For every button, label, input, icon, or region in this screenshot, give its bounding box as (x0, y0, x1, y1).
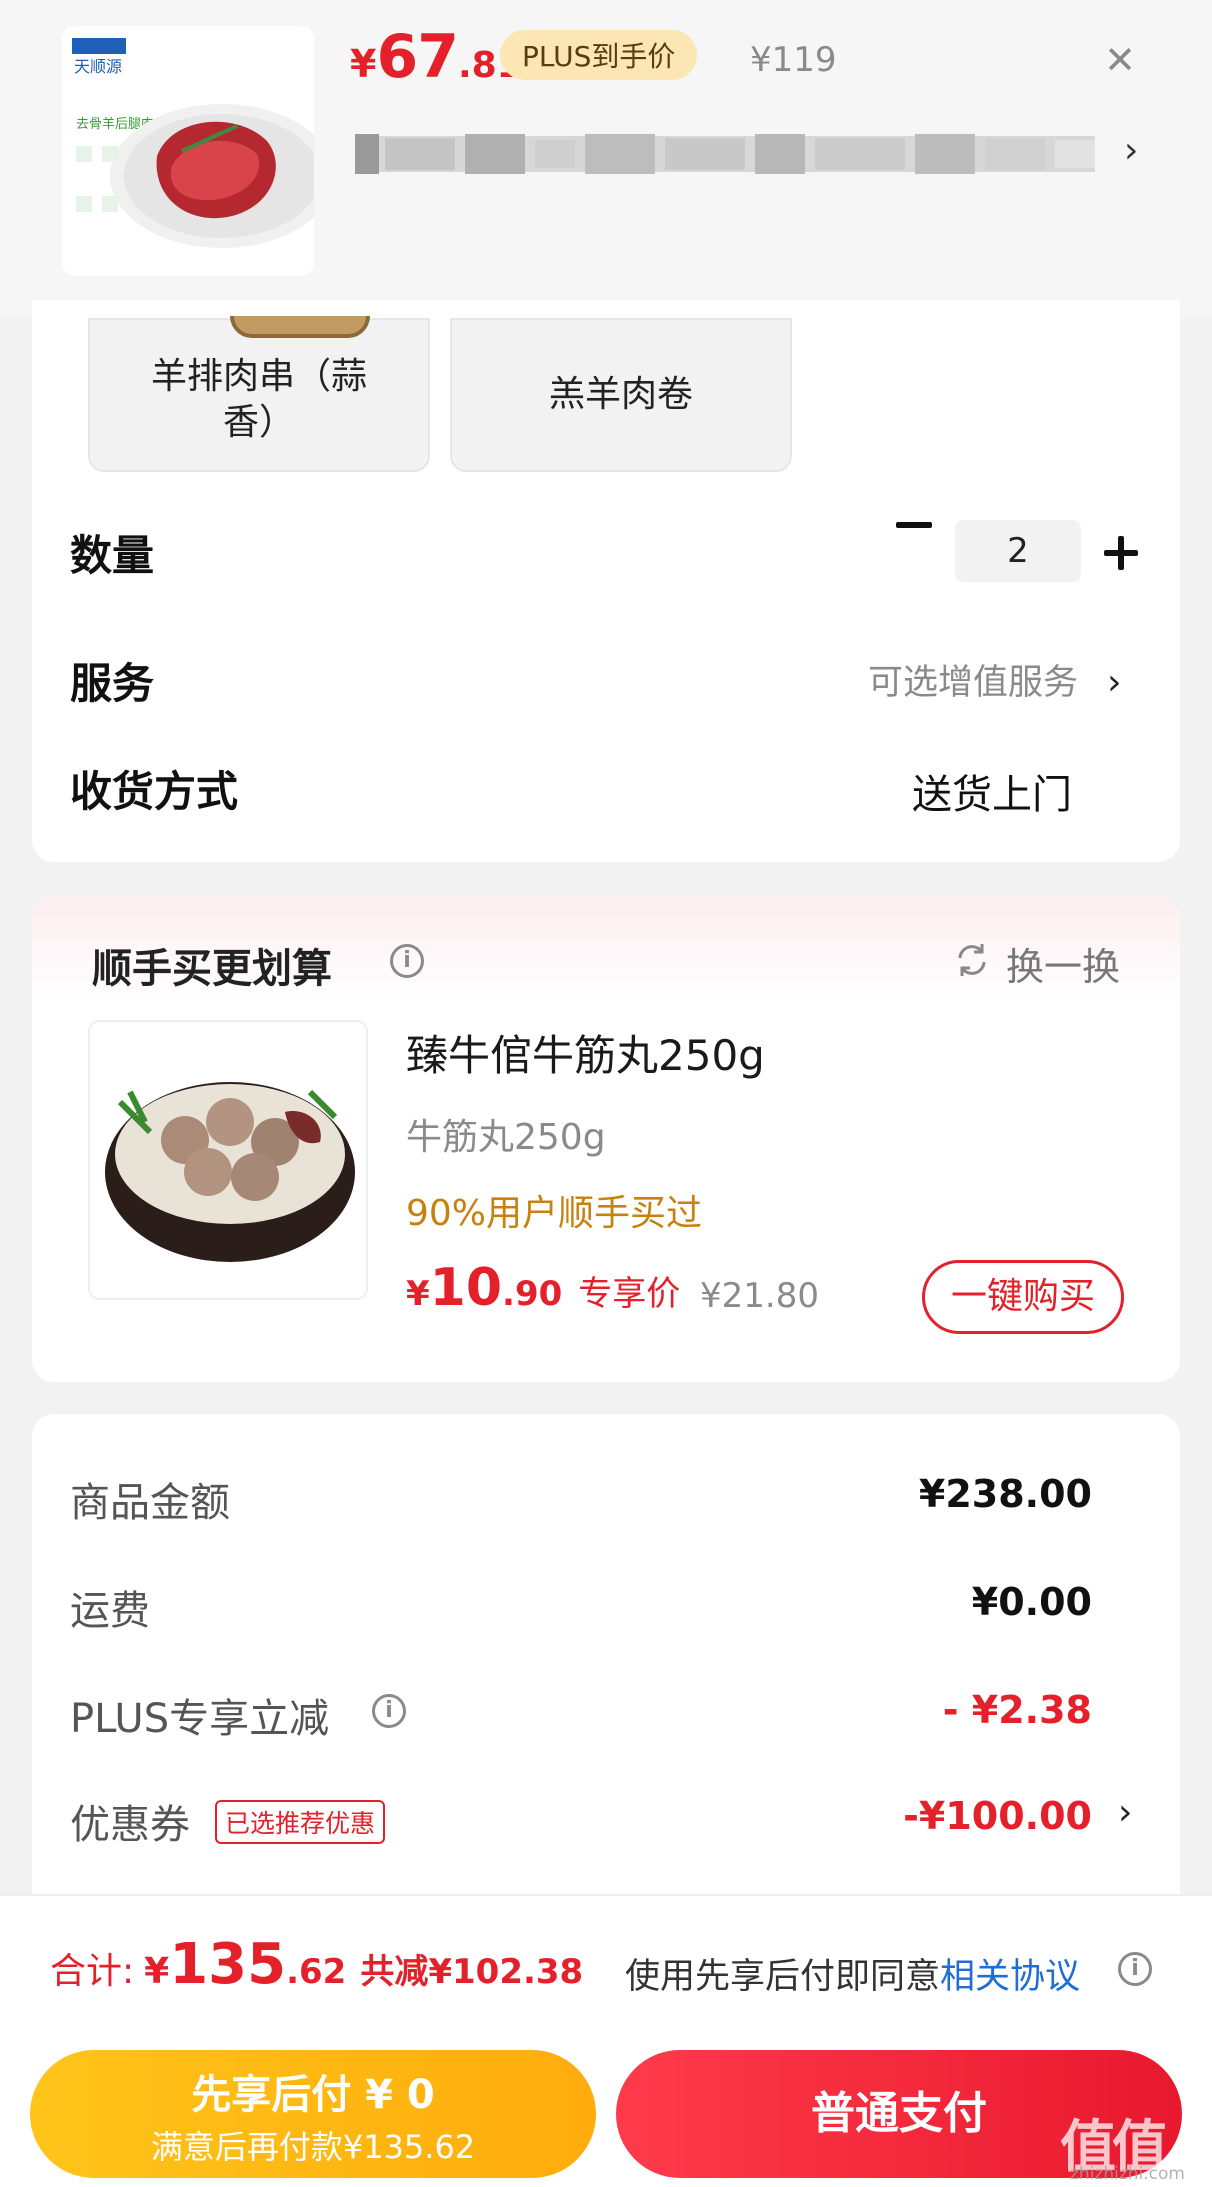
total-saved: 共减¥102.38 (360, 1952, 584, 1992)
variant-image-fragment (230, 316, 370, 338)
recommend-product-name[interactable]: 臻牛倌牛筋丸250g (406, 1022, 765, 1083)
swap-button[interactable]: 换一换 (1006, 936, 1120, 991)
recommend-original-price: ¥21.80 (700, 1276, 819, 1316)
exclusive-price-tag: 专享价 (578, 1274, 681, 1314)
info-icon[interactable]: i (390, 944, 424, 978)
shipping-value[interactable]: 送货上门 (912, 762, 1072, 820)
price-symbol: ¥ (406, 1274, 430, 1314)
meatball-bowl-image (90, 1022, 366, 1298)
shipping-label: 收货方式 (70, 767, 239, 816)
subtotal-value: ¥238.00 (918, 1472, 1092, 1516)
recommend-price: ¥ 10 .90 专享价 (406, 1258, 680, 1318)
shipping-fee-value: ¥0.00 (971, 1580, 1092, 1624)
price-decimal: .90 (502, 1274, 563, 1314)
product-price: ¥ 67 .81 (350, 22, 522, 92)
recommend-title: 顺手买更划算 (92, 946, 332, 992)
variant-label: 羊排肉串（蒜香） (150, 356, 367, 443)
price-symbol: ¥ (350, 42, 377, 86)
quantity-label: 数量 (70, 531, 155, 580)
variant-label: 羔羊肉卷 (548, 374, 693, 415)
info-icon[interactable]: i (1118, 1952, 1152, 1986)
shipping-fee-label: 运费 (70, 1588, 150, 1634)
plus-discount-value: - ¥2.38 (942, 1688, 1092, 1732)
brand-logo-text: 天顺源 (74, 57, 122, 76)
watermark-url: zhizhizhi.com (1070, 2164, 1185, 2184)
price-integer: 10 (429, 1258, 503, 1318)
refresh-icon[interactable] (952, 940, 992, 980)
minus-button[interactable] (896, 522, 932, 528)
one-click-buy-button[interactable]: 一键购买 (922, 1260, 1124, 1334)
recommend-popularity: 90%用户顺手买过 (406, 1193, 703, 1234)
info-icon[interactable]: i (372, 1694, 406, 1728)
recommend-product-image[interactable] (88, 1020, 368, 1300)
plus-discount-label: PLUS专享立减 (70, 1696, 330, 1742)
plus-price-badge: PLUS到手价 (500, 30, 698, 80)
total-symbol: ¥ (144, 1951, 170, 1992)
service-value: 可选增值服务 (868, 663, 1079, 703)
product-thumbnail[interactable]: 天顺源 去骨羊后腿肉 (62, 26, 314, 276)
coupon-label: 优惠券 (70, 1802, 190, 1848)
variant-option[interactable]: 羊排肉串（蒜香） (88, 316, 430, 472)
subtotal-label: 商品金额 (70, 1480, 230, 1526)
total-label: 合计: (50, 1951, 135, 1992)
pay-later-sub-label: 满意后再付款¥135.62 (150, 2128, 476, 2166)
chevron-right-icon[interactable]: › (1124, 130, 1138, 171)
total-summary: 合计: ¥ 135 .62 共减¥102.38 (50, 1932, 583, 1997)
chevron-right-icon: › (1107, 662, 1122, 703)
recommend-product-spec: 牛筋丸250g (406, 1117, 606, 1158)
chevron-right-icon[interactable]: › (1118, 1792, 1132, 1833)
variant-option[interactable]: 羔羊肉卷 (450, 318, 792, 472)
blurred-product-title[interactable] (355, 128, 1095, 180)
price-integer: 67 (376, 22, 458, 92)
quantity-input[interactable]: 2 (955, 520, 1081, 582)
coupon-value[interactable]: -¥100.00 (903, 1794, 1092, 1838)
service-option[interactable]: 可选增值服务 › (868, 654, 1122, 705)
total-integer: 135 (169, 1932, 287, 1997)
plus-button-vertical[interactable] (1118, 536, 1124, 570)
close-icon[interactable]: ✕ (1100, 40, 1140, 80)
product-image: 天顺源 去骨羊后腿肉 (62, 26, 314, 276)
agreement-prefix: 使用先享后付即同意 (625, 1957, 941, 1997)
total-decimal: .62 (286, 1952, 347, 1992)
service-label: 服务 (70, 659, 155, 708)
agreement-link[interactable]: 相关协议 (940, 1957, 1080, 1997)
original-price: ¥119 (750, 40, 837, 80)
agreement-text: 使用先享后付即同意相关协议 (625, 1948, 1080, 1999)
pay-later-button[interactable]: 先享后付 ¥ 0 满意后再付款¥135.62 (30, 2050, 596, 2178)
pay-later-main-label: 先享后付 ¥ 0 (191, 2072, 435, 2118)
coupon-selected-badge: 已选推荐优惠 (215, 1800, 386, 1844)
